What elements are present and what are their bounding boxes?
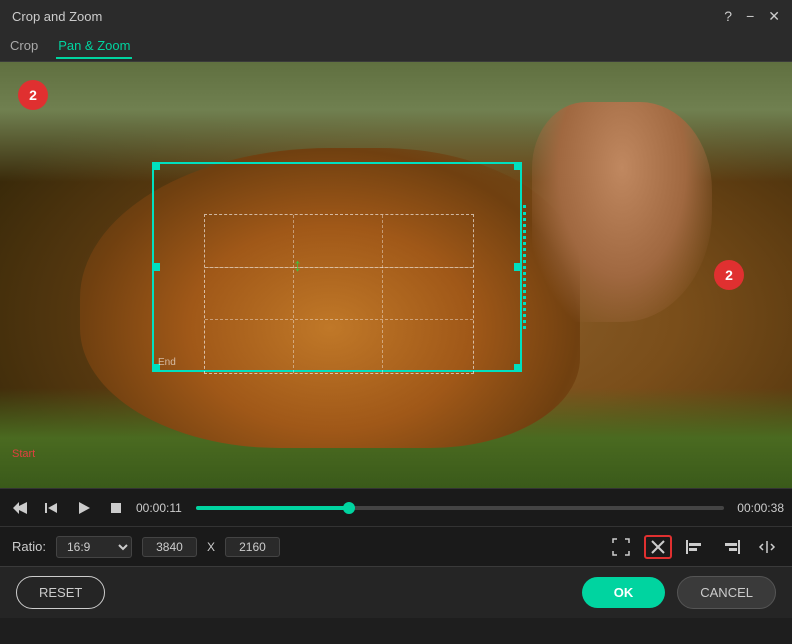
ratio-select[interactable]: 16:9 4:3 1:1 9:16 Custom bbox=[56, 536, 132, 558]
res-separator: X bbox=[207, 540, 215, 554]
video-preview: 2 2 ↕ End Start bbox=[0, 62, 792, 488]
ok-button[interactable]: OK bbox=[582, 577, 666, 608]
options-bar: Ratio: 16:9 4:3 1:1 9:16 Custom X bbox=[0, 526, 792, 566]
tab-bar: Crop Pan & Zoom bbox=[0, 32, 792, 62]
cancel-button[interactable]: CANCEL bbox=[677, 576, 776, 609]
current-time: 00:00:11 bbox=[136, 501, 188, 515]
tab-crop[interactable]: Crop bbox=[8, 34, 40, 59]
crop-fit-button[interactable] bbox=[608, 534, 634, 560]
reset-button[interactable]: RESET bbox=[16, 576, 105, 609]
align-left-button[interactable] bbox=[682, 536, 708, 558]
playback-controls: 00:00:11 00:00:38 bbox=[0, 488, 792, 526]
step-back-button[interactable] bbox=[40, 496, 64, 520]
badge-start: 2 bbox=[18, 80, 48, 110]
help-button[interactable]: ? bbox=[724, 8, 732, 24]
window-title: Crop and Zoom bbox=[12, 9, 102, 24]
crop-reset-button[interactable] bbox=[644, 535, 672, 559]
height-input[interactable] bbox=[225, 537, 280, 557]
video-start-label: Start bbox=[12, 448, 35, 460]
align-right-button[interactable] bbox=[718, 536, 744, 558]
width-input[interactable] bbox=[142, 537, 197, 557]
progress-thumb[interactable] bbox=[343, 502, 355, 514]
stop-button[interactable] bbox=[104, 496, 128, 520]
action-bar: RESET OK CANCEL bbox=[0, 566, 792, 618]
total-time: 00:00:38 bbox=[732, 501, 784, 515]
progress-fill bbox=[196, 506, 349, 510]
video-person bbox=[532, 102, 712, 322]
progress-bar[interactable] bbox=[196, 506, 724, 510]
badge-end: 2 bbox=[714, 260, 744, 290]
ratio-label: Ratio: bbox=[12, 539, 46, 554]
tab-pan-zoom[interactable]: Pan & Zoom bbox=[56, 34, 132, 59]
titlebar-controls: ? − ✕ bbox=[724, 8, 780, 25]
minimize-button[interactable]: − bbox=[746, 8, 754, 24]
play-button[interactable] bbox=[72, 496, 96, 520]
flip-button[interactable] bbox=[754, 536, 780, 558]
close-button[interactable]: ✕ bbox=[768, 8, 780, 25]
titlebar: Crop and Zoom ? − ✕ bbox=[0, 0, 792, 32]
video-subject bbox=[80, 148, 580, 448]
back-to-start-button[interactable] bbox=[8, 496, 32, 520]
